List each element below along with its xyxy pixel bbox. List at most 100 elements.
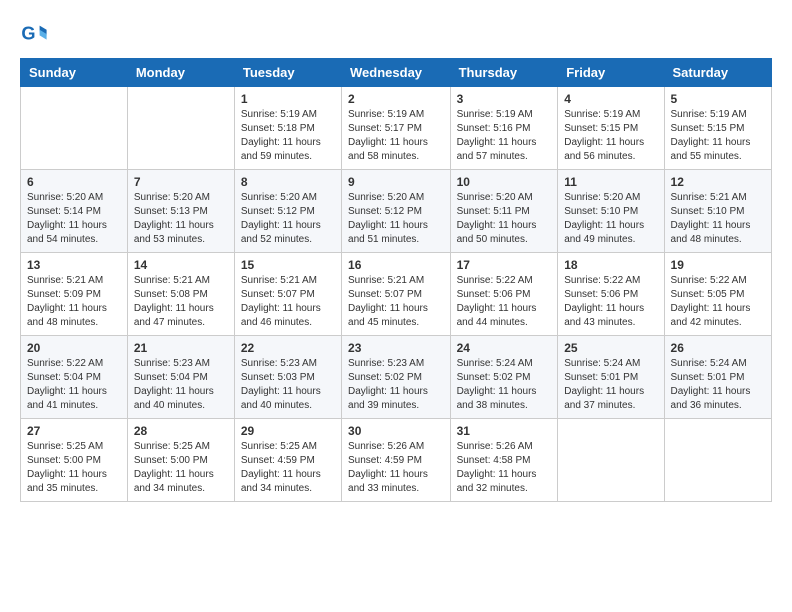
logo: G [20, 20, 52, 48]
day-info: Sunrise: 5:20 AMSunset: 5:12 PMDaylight:… [241, 191, 335, 247]
calendar-cell: 21 Sunrise: 5:23 AMSunset: 5:04 PMDayligh… [127, 336, 234, 419]
day-info: Sunrise: 5:20 AMSunset: 5:12 PMDaylight:… [348, 191, 444, 247]
day-number: 17 [457, 258, 552, 272]
calendar-cell: 14 Sunrise: 5:21 AMSunset: 5:08 PMDayligh… [127, 253, 234, 336]
calendar-cell: 7 Sunrise: 5:20 AMSunset: 5:13 PMDaylight… [127, 170, 234, 253]
calendar-cell: 5Sunrise: 5:19 AMSunset: 5:15 PMDaylight… [664, 87, 771, 170]
day-number: 24 [457, 341, 552, 355]
calendar-cell [558, 419, 664, 502]
day-number: 30 [348, 424, 444, 438]
day-info: Sunrise: 5:20 AMSunset: 5:13 PMDaylight:… [134, 191, 228, 247]
day-number: 4 [564, 92, 657, 106]
day-info: Sunrise: 5:23 AMSunset: 5:04 PMDaylight:… [134, 357, 228, 413]
day-number: 12 [671, 175, 765, 189]
calendar-cell: 19 Sunrise: 5:22 AMSunset: 5:05 PMDayligh… [664, 253, 771, 336]
day-number: 21 [134, 341, 228, 355]
calendar-cell: 2 Sunrise: 5:19 AMSunset: 5:17 PMDaylight… [342, 87, 451, 170]
day-number: 26 [671, 341, 765, 355]
day-info: Sunrise: 5:21 AMSunset: 5:10 PMDaylight:… [671, 191, 765, 247]
day-info: Sunrise: 5:24 AMSunset: 5:01 PMDaylight:… [671, 357, 765, 413]
day-info: Sunrise: 5:22 AMSunset: 5:04 PMDaylight:… [27, 357, 121, 413]
calendar-cell: 3 Sunrise: 5:19 AMSunset: 5:16 PMDaylight… [450, 87, 558, 170]
day-info: Sunrise: 5:19 AMSunset: 5:15 PMDaylight:… [564, 108, 657, 164]
day-number: 11 [564, 175, 657, 189]
day-info: Sunrise: 5:19 AMSunset: 5:16 PMDaylight:… [457, 108, 552, 164]
weekday-header-monday: Monday [127, 59, 234, 87]
day-number: 27 [27, 424, 121, 438]
calendar-cell: 4 Sunrise: 5:19 AMSunset: 5:15 PMDaylight… [558, 87, 664, 170]
day-info: Sunrise: 5:24 AMSunset: 5:02 PMDaylight:… [457, 357, 552, 413]
day-number: 13 [27, 258, 121, 272]
weekday-header-tuesday: Tuesday [234, 59, 341, 87]
weekday-header-friday: Friday [558, 59, 664, 87]
calendar-week-2: 6Sunrise: 5:20 AMSunset: 5:14 PMDaylight… [21, 170, 772, 253]
calendar-week-5: 27 Sunrise: 5:25 AMSunset: 5:00 PMDayligh… [21, 419, 772, 502]
weekday-header-sunday: Sunday [21, 59, 128, 87]
day-number: 10 [457, 175, 552, 189]
day-info: Sunrise: 5:19 AMSunset: 5:17 PMDaylight:… [348, 108, 444, 164]
day-number: 2 [348, 92, 444, 106]
day-number: 3 [457, 92, 552, 106]
day-info: Sunrise: 5:24 AMSunset: 5:01 PMDaylight:… [564, 357, 657, 413]
day-number: 18 [564, 258, 657, 272]
calendar-week-1: 1Sunrise: 5:19 AMSunset: 5:18 PMDaylight… [21, 87, 772, 170]
day-info: Sunrise: 5:21 AMSunset: 5:07 PMDaylight:… [241, 274, 335, 330]
calendar-cell [21, 87, 128, 170]
day-info: Sunrise: 5:23 AMSunset: 5:03 PMDaylight:… [241, 357, 335, 413]
calendar-table: SundayMondayTuesdayWednesdayThursdayFrid… [20, 58, 772, 502]
svg-text:G: G [21, 24, 35, 44]
calendar-cell: 17 Sunrise: 5:22 AMSunset: 5:06 PMDayligh… [450, 253, 558, 336]
day-number: 8 [241, 175, 335, 189]
day-number: 9 [348, 175, 444, 189]
day-info: Sunrise: 5:25 AMSunset: 5:00 PMDaylight:… [134, 440, 228, 496]
weekday-header-row: SundayMondayTuesdayWednesdayThursdayFrid… [21, 59, 772, 87]
calendar-cell: 31Sunrise: 5:26 AMSunset: 4:58 PMDayligh… [450, 419, 558, 502]
day-info: Sunrise: 5:20 AMSunset: 5:11 PMDaylight:… [457, 191, 552, 247]
page-header: G [20, 20, 772, 48]
day-number: 23 [348, 341, 444, 355]
day-number: 14 [134, 258, 228, 272]
day-number: 20 [27, 341, 121, 355]
day-number: 1 [241, 92, 335, 106]
day-number: 19 [671, 258, 765, 272]
day-info: Sunrise: 5:23 AMSunset: 5:02 PMDaylight:… [348, 357, 444, 413]
calendar-cell: 1Sunrise: 5:19 AMSunset: 5:18 PMDaylight… [234, 87, 341, 170]
calendar-cell: 28 Sunrise: 5:25 AMSunset: 5:00 PMDayligh… [127, 419, 234, 502]
calendar-cell: 11Sunrise: 5:20 AMSunset: 5:10 PMDayligh… [558, 170, 664, 253]
calendar-week-3: 13 Sunrise: 5:21 AMSunset: 5:09 PMDayligh… [21, 253, 772, 336]
weekday-header-saturday: Saturday [664, 59, 771, 87]
calendar-week-4: 20 Sunrise: 5:22 AMSunset: 5:04 PMDayligh… [21, 336, 772, 419]
day-number: 7 [134, 175, 228, 189]
day-info: Sunrise: 5:21 AMSunset: 5:08 PMDaylight:… [134, 274, 228, 330]
day-number: 22 [241, 341, 335, 355]
calendar-cell: 30Sunrise: 5:26 AMSunset: 4:59 PMDayligh… [342, 419, 451, 502]
calendar-cell: 13 Sunrise: 5:21 AMSunset: 5:09 PMDayligh… [21, 253, 128, 336]
calendar-cell: 12 Sunrise: 5:21 AMSunset: 5:10 PMDayligh… [664, 170, 771, 253]
day-number: 25 [564, 341, 657, 355]
calendar-cell: 16Sunrise: 5:21 AMSunset: 5:07 PMDayligh… [342, 253, 451, 336]
calendar-cell: 20 Sunrise: 5:22 AMSunset: 5:04 PMDayligh… [21, 336, 128, 419]
calendar-cell: 23 Sunrise: 5:23 AMSunset: 5:02 PMDayligh… [342, 336, 451, 419]
calendar-cell: 15Sunrise: 5:21 AMSunset: 5:07 PMDayligh… [234, 253, 341, 336]
day-info: Sunrise: 5:21 AMSunset: 5:07 PMDaylight:… [348, 274, 444, 330]
calendar-cell [664, 419, 771, 502]
calendar-cell [127, 87, 234, 170]
logo-icon: G [20, 20, 48, 48]
calendar-cell: 8 Sunrise: 5:20 AMSunset: 5:12 PMDaylight… [234, 170, 341, 253]
day-info: Sunrise: 5:22 AMSunset: 5:06 PMDaylight:… [564, 274, 657, 330]
day-info: Sunrise: 5:22 AMSunset: 5:05 PMDaylight:… [671, 274, 765, 330]
day-info: Sunrise: 5:22 AMSunset: 5:06 PMDaylight:… [457, 274, 552, 330]
day-number: 28 [134, 424, 228, 438]
day-number: 5 [671, 92, 765, 106]
day-number: 29 [241, 424, 335, 438]
day-number: 6 [27, 175, 121, 189]
weekday-header-wednesday: Wednesday [342, 59, 451, 87]
weekday-header-thursday: Thursday [450, 59, 558, 87]
calendar-cell: 9 Sunrise: 5:20 AMSunset: 5:12 PMDaylight… [342, 170, 451, 253]
calendar-cell: 22 Sunrise: 5:23 AMSunset: 5:03 PMDayligh… [234, 336, 341, 419]
day-info: Sunrise: 5:21 AMSunset: 5:09 PMDaylight:… [27, 274, 121, 330]
calendar-cell: 26 Sunrise: 5:24 AMSunset: 5:01 PMDayligh… [664, 336, 771, 419]
day-number: 31 [457, 424, 552, 438]
calendar-cell: 25 Sunrise: 5:24 AMSunset: 5:01 PMDayligh… [558, 336, 664, 419]
day-info: Sunrise: 5:25 AMSunset: 4:59 PMDaylight:… [241, 440, 335, 496]
